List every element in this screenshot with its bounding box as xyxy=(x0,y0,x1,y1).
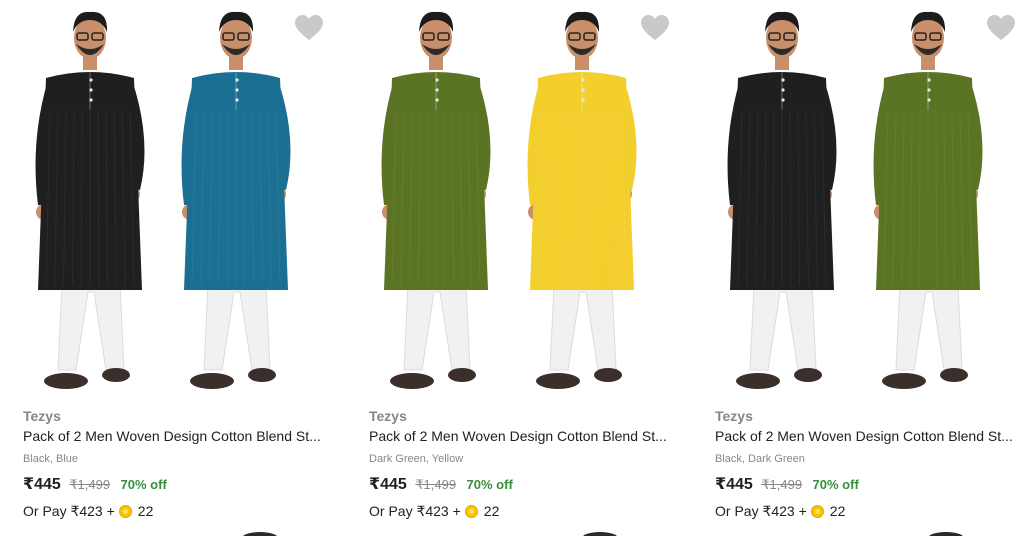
coin-count: 22 xyxy=(137,503,154,519)
product-colors: Black, Dark Green xyxy=(715,453,805,465)
supercoin-icon xyxy=(810,505,824,518)
product-title[interactable]: Pack of 2 Men Woven Design Cotton Blend … xyxy=(23,426,323,446)
coin-count: 22 xyxy=(829,503,846,519)
original-price: ₹1,499 xyxy=(761,477,803,492)
product-card[interactable]: Tezys Pack of 2 Men Woven Design Cotton … xyxy=(692,0,1019,536)
model-figure xyxy=(873,11,983,389)
model-figure xyxy=(727,11,837,389)
coin-pay-row: Or Pay ₹423 + 22 xyxy=(369,501,669,521)
model-figure xyxy=(527,11,637,389)
product-title[interactable]: Pack of 2 Men Woven Design Cotton Blend … xyxy=(369,426,669,446)
supercoin-icon xyxy=(118,505,132,518)
original-price: ₹1,499 xyxy=(69,477,111,492)
original-price: ₹1,499 xyxy=(415,477,457,492)
product-title[interactable]: Pack of 2 Men Woven Design Cotton Blend … xyxy=(715,426,1015,446)
product-photo xyxy=(35,11,291,389)
coin-pay-row: Or Pay ₹423 + 22 xyxy=(23,501,323,521)
coin-pay-text: Or Pay ₹423 + xyxy=(369,503,461,519)
product-image[interactable] xyxy=(0,0,340,400)
heart-icon[interactable] xyxy=(294,14,324,42)
model-figure xyxy=(381,11,491,389)
product-image[interactable] xyxy=(692,0,1019,400)
model-figure xyxy=(35,11,145,389)
price-row: ₹445 ₹1,499 70% off xyxy=(23,475,323,495)
product-info: Tezys Pack of 2 Men Woven Design Cotton … xyxy=(23,406,323,521)
coin-pay-text: Or Pay ₹423 + xyxy=(715,503,807,519)
selling-price: ₹445 xyxy=(23,476,61,493)
product-card[interactable]: Tezys Pack of 2 Men Woven Design Cotton … xyxy=(346,0,686,536)
heart-icon[interactable] xyxy=(640,14,670,42)
price-row: ₹445 ₹1,499 70% off xyxy=(715,475,1015,495)
discount-label: 70% off xyxy=(812,477,859,492)
discount-label: 70% off xyxy=(466,477,513,492)
product-info: Tezys Pack of 2 Men Woven Design Cotton … xyxy=(369,406,669,521)
coin-pay-text: Or Pay ₹423 + xyxy=(23,503,115,519)
product-photo xyxy=(727,11,983,389)
price-row: ₹445 ₹1,499 70% off xyxy=(369,475,669,495)
discount-label: 70% off xyxy=(120,477,167,492)
coin-count: 22 xyxy=(483,503,500,519)
model-figure xyxy=(181,11,291,389)
product-brand: Tezys xyxy=(23,408,61,424)
product-brand: Tezys xyxy=(369,408,407,424)
product-grid: Tezys Pack of 2 Men Woven Design Cotton … xyxy=(0,0,1019,536)
product-brand: Tezys xyxy=(715,408,753,424)
supercoin-icon xyxy=(464,505,478,518)
product-image[interactable] xyxy=(346,0,686,400)
product-info: Tezys Pack of 2 Men Woven Design Cotton … xyxy=(715,406,1015,521)
product-colors: Dark Green, Yellow xyxy=(369,453,464,465)
product-colors: Black, Blue xyxy=(23,453,79,465)
heart-icon[interactable] xyxy=(986,14,1016,42)
product-card[interactable]: Tezys Pack of 2 Men Woven Design Cotton … xyxy=(0,0,340,536)
product-photo xyxy=(381,11,637,389)
coin-pay-row: Or Pay ₹423 + 22 xyxy=(715,501,1015,521)
selling-price: ₹445 xyxy=(369,476,407,493)
selling-price: ₹445 xyxy=(715,476,753,493)
